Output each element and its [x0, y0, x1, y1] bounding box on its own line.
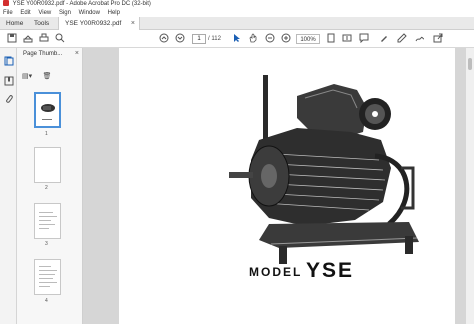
page-number-1: 1: [45, 131, 48, 137]
thumbnail-tools: ▤▾ 🗑: [22, 65, 57, 80]
previous-page-icon[interactable]: [158, 33, 169, 44]
window-title: YSE Y00R0932.pdf - Adobe Acrobat Pro DC …: [12, 1, 151, 7]
window-title-bar: YSE Y00R0932.pdf - Adobe Acrobat Pro DC …: [0, 0, 474, 9]
highlight-pen-icon[interactable]: [378, 33, 389, 44]
print-icon[interactable]: [38, 33, 49, 44]
close-panel-icon[interactable]: ×: [75, 50, 79, 57]
main-toolbar: 1 / 112 100%: [0, 30, 474, 48]
page-number-2: 2: [45, 185, 48, 191]
menu-edit[interactable]: Edit: [20, 10, 30, 16]
page-thumbnail-4[interactable]: [34, 259, 61, 295]
thumbnail-options-icon[interactable]: ▤▾: [22, 72, 32, 80]
save-icon[interactable]: [6, 33, 17, 44]
next-page-icon[interactable]: [174, 33, 185, 44]
left-navigation-rail: [0, 48, 17, 324]
page-fit-icon[interactable]: [325, 33, 336, 44]
menu-file[interactable]: File: [3, 10, 13, 16]
document-viewer[interactable]: MODEL YSE: [83, 48, 474, 324]
page-thumbnail-3[interactable]: [34, 203, 61, 239]
page-thumbnails-icon[interactable]: [3, 56, 14, 67]
page-thumbnail-1[interactable]: [34, 92, 61, 128]
page-number-3: 3: [45, 241, 48, 247]
model-name: YSE: [306, 259, 355, 282]
acrobat-app-icon: [3, 0, 9, 7]
attachments-icon[interactable]: [3, 94, 14, 105]
hand-tool-icon[interactable]: [247, 33, 258, 44]
menu-view[interactable]: View: [38, 10, 51, 16]
tab-tools[interactable]: Tools: [28, 17, 56, 30]
sign-icon[interactable]: [414, 33, 425, 44]
zoom-out-icon[interactable]: [264, 33, 275, 44]
zoom-level-select[interactable]: 100%: [296, 34, 320, 44]
engine-illustration: [229, 75, 419, 264]
zoom-in-icon[interactable]: [280, 33, 291, 44]
tab-bar: Home Tools YSE Y00R0932.pdf ×: [0, 17, 474, 30]
pdf-page: MODEL YSE: [119, 48, 455, 324]
menu-help[interactable]: Help: [108, 10, 120, 16]
close-tab-icon[interactable]: ×: [131, 17, 135, 30]
share-icon[interactable]: [22, 33, 33, 44]
engine-thumbnail-icon: [41, 104, 55, 120]
comment-icon[interactable]: [358, 33, 369, 44]
tab-document[interactable]: YSE Y00R0932.pdf ×: [58, 17, 140, 30]
select-cursor-icon[interactable]: [231, 33, 242, 44]
draw-icon[interactable]: [396, 33, 407, 44]
bookmarks-icon[interactable]: [3, 76, 14, 87]
menu-window[interactable]: Window: [79, 10, 100, 16]
menu-bar: File Edit View Sign Window Help: [0, 9, 474, 17]
menu-sign[interactable]: Sign: [59, 10, 71, 16]
model-label: MODEL: [249, 265, 303, 279]
search-icon[interactable]: [54, 33, 65, 44]
page-thumbnails-panel: Page Thumb... × ▤▾ 🗑 1 2 3 4: [17, 48, 83, 324]
thumbnails-panel-title: Page Thumb...: [23, 51, 63, 57]
delete-page-icon[interactable]: 🗑: [43, 72, 52, 80]
page-thumbnail-2[interactable]: [34, 147, 61, 183]
page-number-4: 4: [45, 298, 48, 304]
scroll-mode-icon[interactable]: [341, 33, 352, 44]
vertical-scrollbar[interactable]: [466, 48, 474, 324]
page-total: / 112: [208, 36, 221, 42]
export-icon[interactable]: [432, 33, 443, 44]
tab-home[interactable]: Home: [0, 17, 28, 30]
scrollbar-thumb[interactable]: [468, 58, 472, 70]
tab-document-label: YSE Y00R0932.pdf: [65, 20, 122, 27]
page-number-input[interactable]: 1: [192, 34, 206, 44]
